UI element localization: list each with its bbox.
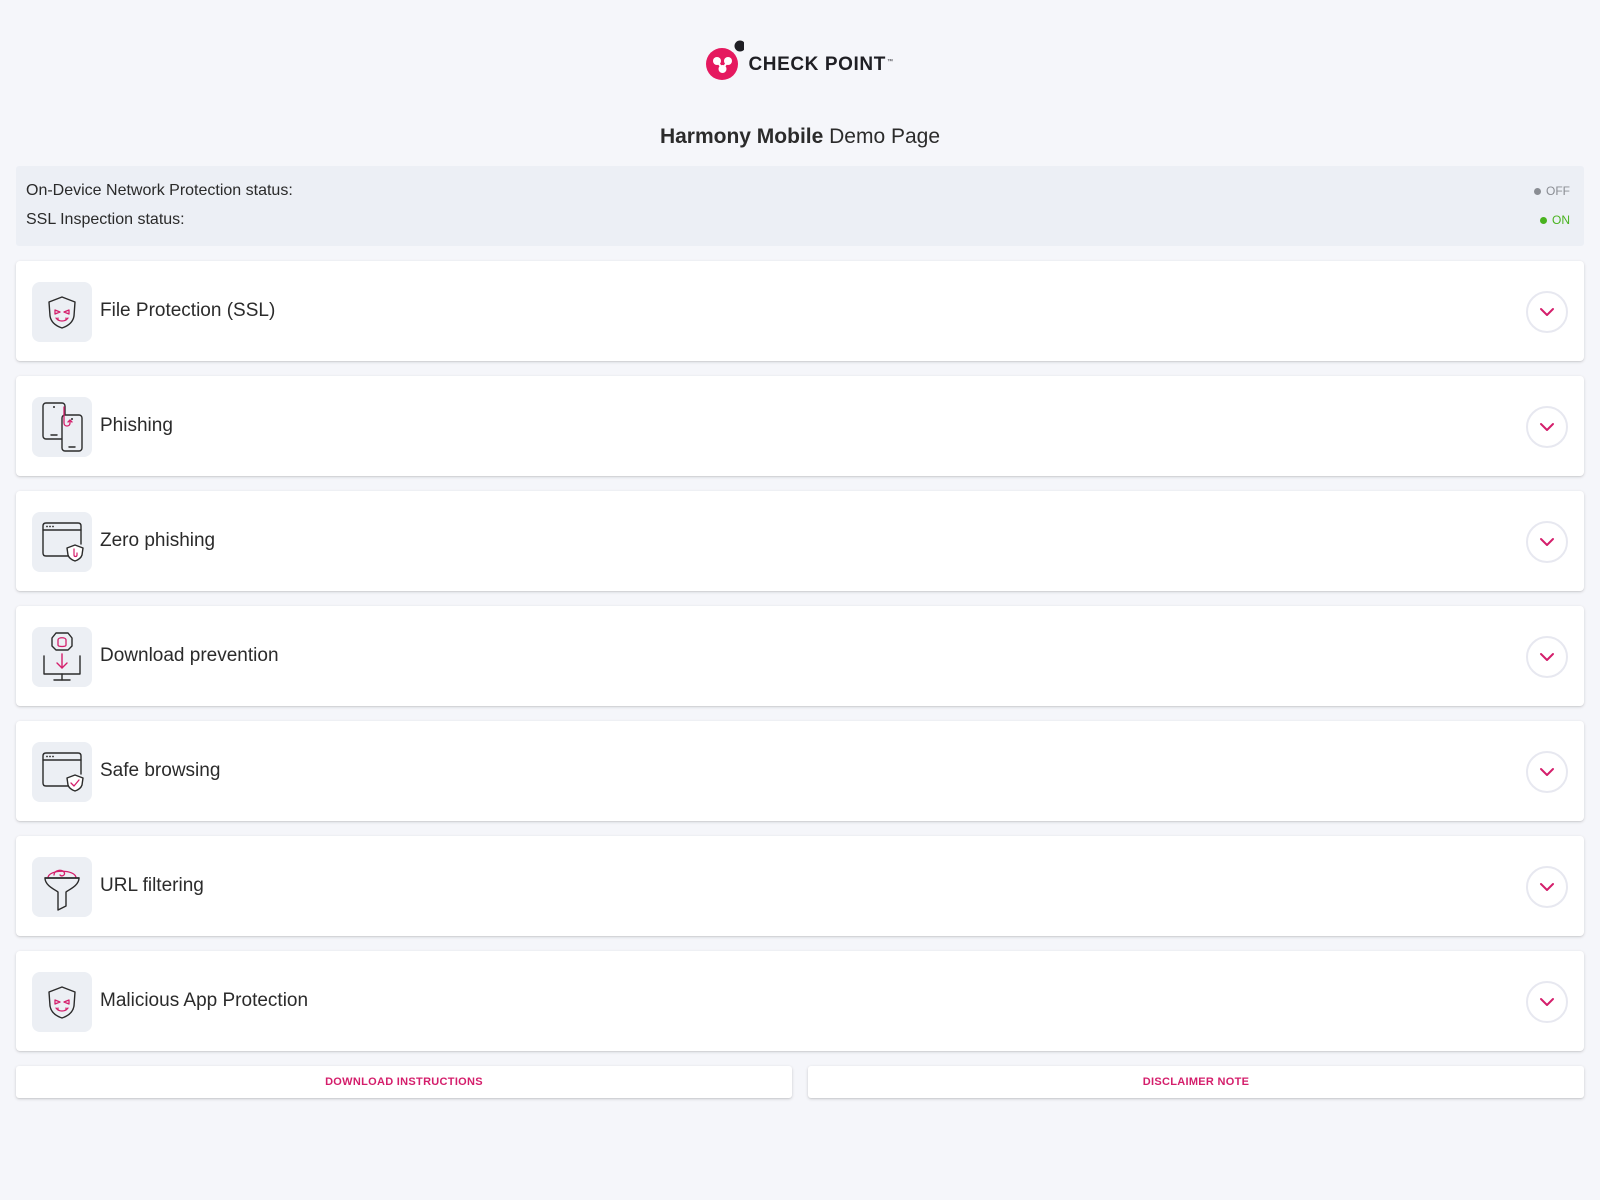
- feature-label: File Protection (SSL): [100, 300, 276, 321]
- feature-card-safe-browsing[interactable]: Safe browsing: [16, 721, 1584, 821]
- expand-button[interactable]: [1526, 981, 1568, 1023]
- feature-card-zero-phishing[interactable]: Zero phishing: [16, 491, 1584, 591]
- logo: CHECK POINT™: [0, 38, 1600, 82]
- expand-button[interactable]: [1526, 406, 1568, 448]
- expand-button[interactable]: [1526, 751, 1568, 793]
- url-filter-icon: [32, 857, 92, 917]
- browser-shield-icon: [32, 742, 92, 802]
- feature-card-download-prevention[interactable]: Download prevention: [16, 606, 1584, 706]
- feature-label: Download prevention: [100, 645, 279, 666]
- expand-button[interactable]: [1526, 291, 1568, 333]
- ssl-inspection-status-row: SSL Inspection status: ON: [26, 206, 1570, 234]
- chevron-down-icon: [1540, 768, 1554, 776]
- malware-shield-icon: [32, 282, 92, 342]
- expand-button[interactable]: [1526, 521, 1568, 563]
- status-panel: On-Device Network Protection status: OFF…: [16, 166, 1584, 246]
- page-title-bold: Harmony Mobile: [659, 125, 824, 148]
- page: CHECK POINT™ Harmony Mobile Demo Page On…: [0, 0, 1600, 1200]
- ssl-inspection-status-value: ON: [1540, 213, 1570, 227]
- network-protection-status-row: On-Device Network Protection status: OFF: [26, 177, 1570, 205]
- chevron-down-icon: [1540, 308, 1554, 316]
- feature-label: URL filtering: [100, 875, 204, 896]
- download-instructions-button[interactable]: DOWNLOAD INSTRUCTIONS: [16, 1066, 792, 1098]
- feature-card-url-filtering[interactable]: URL filtering: [16, 836, 1584, 936]
- feature-label: Phishing: [100, 415, 173, 436]
- page-title-rest: Demo Page: [829, 125, 941, 148]
- network-protection-status-value: OFF: [1534, 184, 1570, 198]
- browser-phishing-icon: [32, 512, 92, 572]
- malware-shield-icon: [32, 972, 92, 1032]
- feature-card-file-protection[interactable]: File Protection (SSL): [16, 261, 1584, 361]
- download-prevention-icon: [32, 627, 92, 687]
- feature-label: Safe browsing: [100, 760, 221, 781]
- chevron-down-icon: [1540, 998, 1554, 1006]
- feature-card-phishing[interactable]: Phishing: [16, 376, 1584, 476]
- chevron-down-icon: [1540, 653, 1554, 661]
- status-dot-icon: [1540, 216, 1547, 224]
- network-protection-status-label: On-Device Network Protection status:: [26, 182, 293, 199]
- feature-label: Malicious App Protection: [100, 990, 309, 1011]
- chevron-down-icon: [1540, 883, 1554, 891]
- expand-button[interactable]: [1526, 866, 1568, 908]
- checkpoint-logo-icon: [706, 40, 745, 80]
- feature-card-malicious-app-protection[interactable]: Malicious App Protection: [16, 951, 1584, 1051]
- expand-button[interactable]: [1526, 636, 1568, 678]
- chevron-down-icon: [1540, 423, 1554, 431]
- status-dot-icon: [1534, 187, 1541, 195]
- page-title: Harmony Mobile Demo Page: [0, 125, 1600, 149]
- disclaimer-note-button[interactable]: DISCLAIMER NOTE: [808, 1066, 1584, 1098]
- ssl-inspection-status-label: SSL Inspection status:: [26, 211, 185, 228]
- feature-label: Zero phishing: [100, 530, 216, 551]
- chevron-down-icon: [1540, 538, 1554, 546]
- phishing-phones-icon: [32, 397, 92, 457]
- logo-text: CHECK POINT™: [748, 54, 894, 75]
